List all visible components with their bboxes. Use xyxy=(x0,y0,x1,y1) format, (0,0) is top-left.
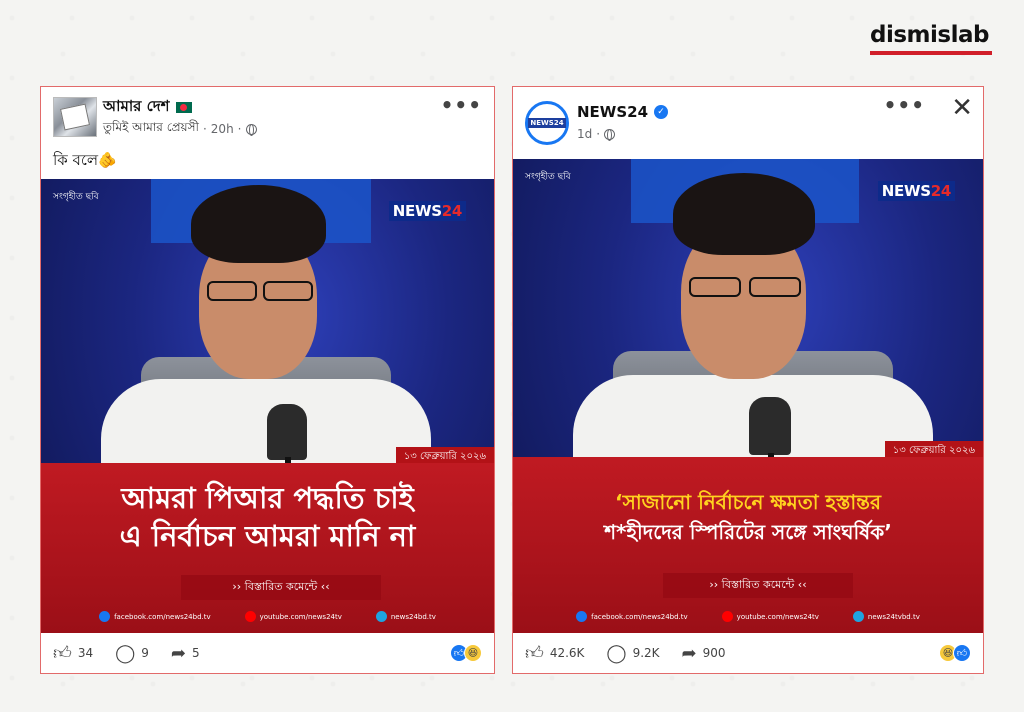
youtube-icon xyxy=(721,611,733,622)
like-reaction-icon: 👍︎ xyxy=(953,644,971,662)
person-hair xyxy=(673,173,815,255)
thumbs-up-icon: 👍︎ xyxy=(53,643,72,664)
youtube-link: youtube.com/news24tv xyxy=(721,611,819,622)
youtube-icon xyxy=(244,611,256,622)
more-options-icon[interactable]: ••• xyxy=(884,93,925,117)
brand-underline xyxy=(870,51,992,55)
headline-line-1: আমরা পিআর পদ্ধতি চাই xyxy=(121,481,414,515)
comment-button[interactable]: ◯ 9 xyxy=(115,643,149,664)
page-avatar[interactable] xyxy=(53,97,97,137)
comment-icon: ◯ xyxy=(606,642,627,664)
page-name[interactable]: NEWS24 xyxy=(577,103,648,121)
news24-logo: NEWS24 xyxy=(388,201,466,221)
glasses-left xyxy=(689,277,741,297)
more-options-icon[interactable]: ••• xyxy=(441,93,482,117)
web-icon xyxy=(852,611,864,622)
globe-icon xyxy=(245,123,257,136)
share-icon: ➦ xyxy=(681,642,697,664)
like-button[interactable]: 👍︎ 34 xyxy=(53,642,93,664)
comment-button[interactable]: ◯ 9.2K xyxy=(606,643,659,664)
headline-line-2: শ*হীদদের স্পিরিটের সঙ্গে সাংঘর্ষিক’ xyxy=(604,520,892,544)
microphone xyxy=(749,397,791,455)
reactions[interactable]: 😆 👍︎ xyxy=(939,644,971,662)
youtube-link: youtube.com/news24tv xyxy=(244,611,342,622)
headline-line-1: ‘সাজানো নির্বাচনে ক্ষমতা হস্তান্তর xyxy=(615,490,881,514)
haha-reaction-icon: 😆 xyxy=(464,644,482,662)
sourced-label: সংগৃহীত ছবি xyxy=(525,172,571,182)
glasses-left xyxy=(207,281,257,301)
bangladesh-flag-icon xyxy=(175,102,192,113)
post-caption: কি বলে🫵 xyxy=(53,151,117,169)
right-post-card: NEWS24 NEWS24 ✓ 1d · ••• ✕ সংগৃহীত ছবি N… xyxy=(512,86,984,674)
website-link: news24tvbd.tv xyxy=(852,611,920,622)
post-header: NEWS24 NEWS24 ✓ 1d · ••• ✕ xyxy=(513,87,983,159)
person-hair xyxy=(191,185,326,263)
microphone xyxy=(267,404,307,460)
dismislab-logo: dismislab xyxy=(870,22,994,55)
glasses-right xyxy=(749,277,801,297)
news24-logo: NEWS24 xyxy=(877,181,955,201)
headline-line-2: এ নির্বাচন আমরা মানি না xyxy=(119,519,416,553)
share-icon: ➦ xyxy=(170,642,186,664)
facebook-link: facebook.com/news24bd.tv xyxy=(99,611,211,622)
sourced-label: সংগৃহীত ছবি xyxy=(53,192,99,202)
web-icon xyxy=(375,611,387,622)
close-icon[interactable]: ✕ xyxy=(951,95,973,121)
reactions[interactable]: 👍︎ 😆 xyxy=(450,644,482,662)
post-header: আমার দেশ তুমিই আমার প্রেয়সী · 20h · •••… xyxy=(41,87,494,169)
post-image[interactable]: সংগৃহীত ছবি NEWS24 ১৩ ফেব্রুয়ারি ২০২৬ আ… xyxy=(41,179,494,633)
globe-icon xyxy=(604,128,616,141)
post-time[interactable]: 1d xyxy=(577,127,592,141)
website-link: news24bd.tv xyxy=(375,611,436,622)
like-button[interactable]: 👍︎ 42.6K xyxy=(525,642,584,664)
glasses-right xyxy=(263,281,313,301)
comment-icon: ◯ xyxy=(115,642,136,664)
social-links: facebook.com/news24bd.tv youtube.com/new… xyxy=(513,611,983,622)
page-avatar[interactable]: NEWS24 xyxy=(525,101,569,145)
post-actions: 👍︎ 42.6K ◯ 9.2K ➦ 900 😆 👍︎ xyxy=(513,633,983,673)
headline-band: ‘সাজানো নির্বাচনে ক্ষমতা হস্তান্তর শ*হীদ… xyxy=(513,457,983,633)
facebook-icon xyxy=(99,611,111,622)
post-image[interactable]: সংগৃহীত ছবি NEWS24 ১৩ ফেব্রুয়ারি ২০২৬ ‘… xyxy=(513,159,983,633)
social-links: facebook.com/news24bd.tv youtube.com/new… xyxy=(41,611,494,622)
verified-badge-icon: ✓ xyxy=(654,105,669,119)
thumbs-up-icon: 👍︎ xyxy=(525,643,544,664)
headline-band: আমরা পিআর পদ্ধতি চাই এ নির্বাচন আমরা মান… xyxy=(41,463,494,633)
left-post-card: আমার দেশ তুমিই আমার প্রেয়সী · 20h · •••… xyxy=(40,86,495,674)
share-button[interactable]: ➦ 5 xyxy=(171,643,200,664)
details-bar: ›› বিস্তারিত কমেন্টে ‹‹ xyxy=(181,575,381,600)
page-name[interactable]: আমার দেশ xyxy=(103,95,170,120)
facebook-icon xyxy=(576,611,588,622)
post-actions: 👍︎ 34 ◯ 9 ➦ 5 👍︎ 😆 xyxy=(41,633,494,673)
details-bar: ›› বিস্তারিত কমেন্টে ‹‹ xyxy=(663,573,853,598)
share-button[interactable]: ➦ 900 xyxy=(682,643,726,664)
facebook-link: facebook.com/news24bd.tv xyxy=(576,611,688,622)
brand-name: dismislab xyxy=(870,22,989,48)
post-author[interactable]: তুমিই আমার প্রেয়সী xyxy=(103,119,199,139)
post-time[interactable]: 20h xyxy=(211,122,234,136)
